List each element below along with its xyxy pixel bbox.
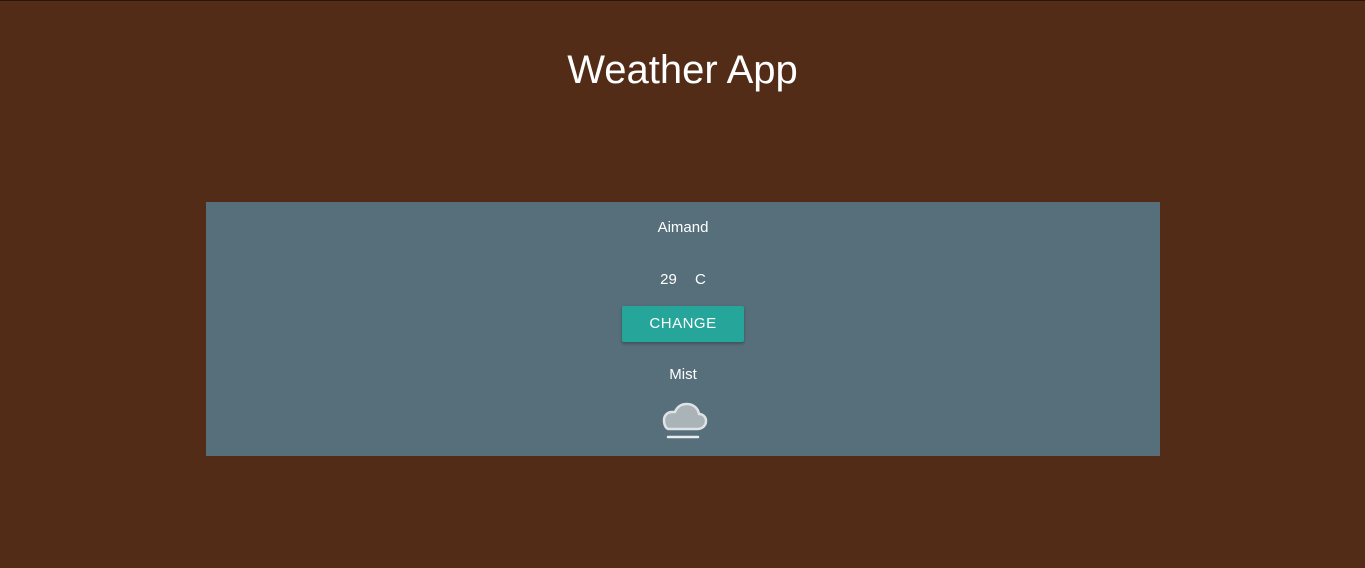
temperature-unit: C bbox=[695, 271, 706, 288]
weather-condition: Mist bbox=[669, 366, 697, 383]
temperature-row: 29 C bbox=[206, 271, 1160, 289]
city-name: Aimand bbox=[657, 219, 709, 236]
mist-cloud-icon bbox=[657, 398, 709, 444]
temperature-value: 29 bbox=[660, 271, 677, 288]
weather-card: Aimand 29 C CHANGE Mist bbox=[206, 202, 1160, 456]
change-unit-button[interactable]: CHANGE bbox=[622, 306, 744, 342]
page-title: Weather App bbox=[567, 48, 798, 92]
